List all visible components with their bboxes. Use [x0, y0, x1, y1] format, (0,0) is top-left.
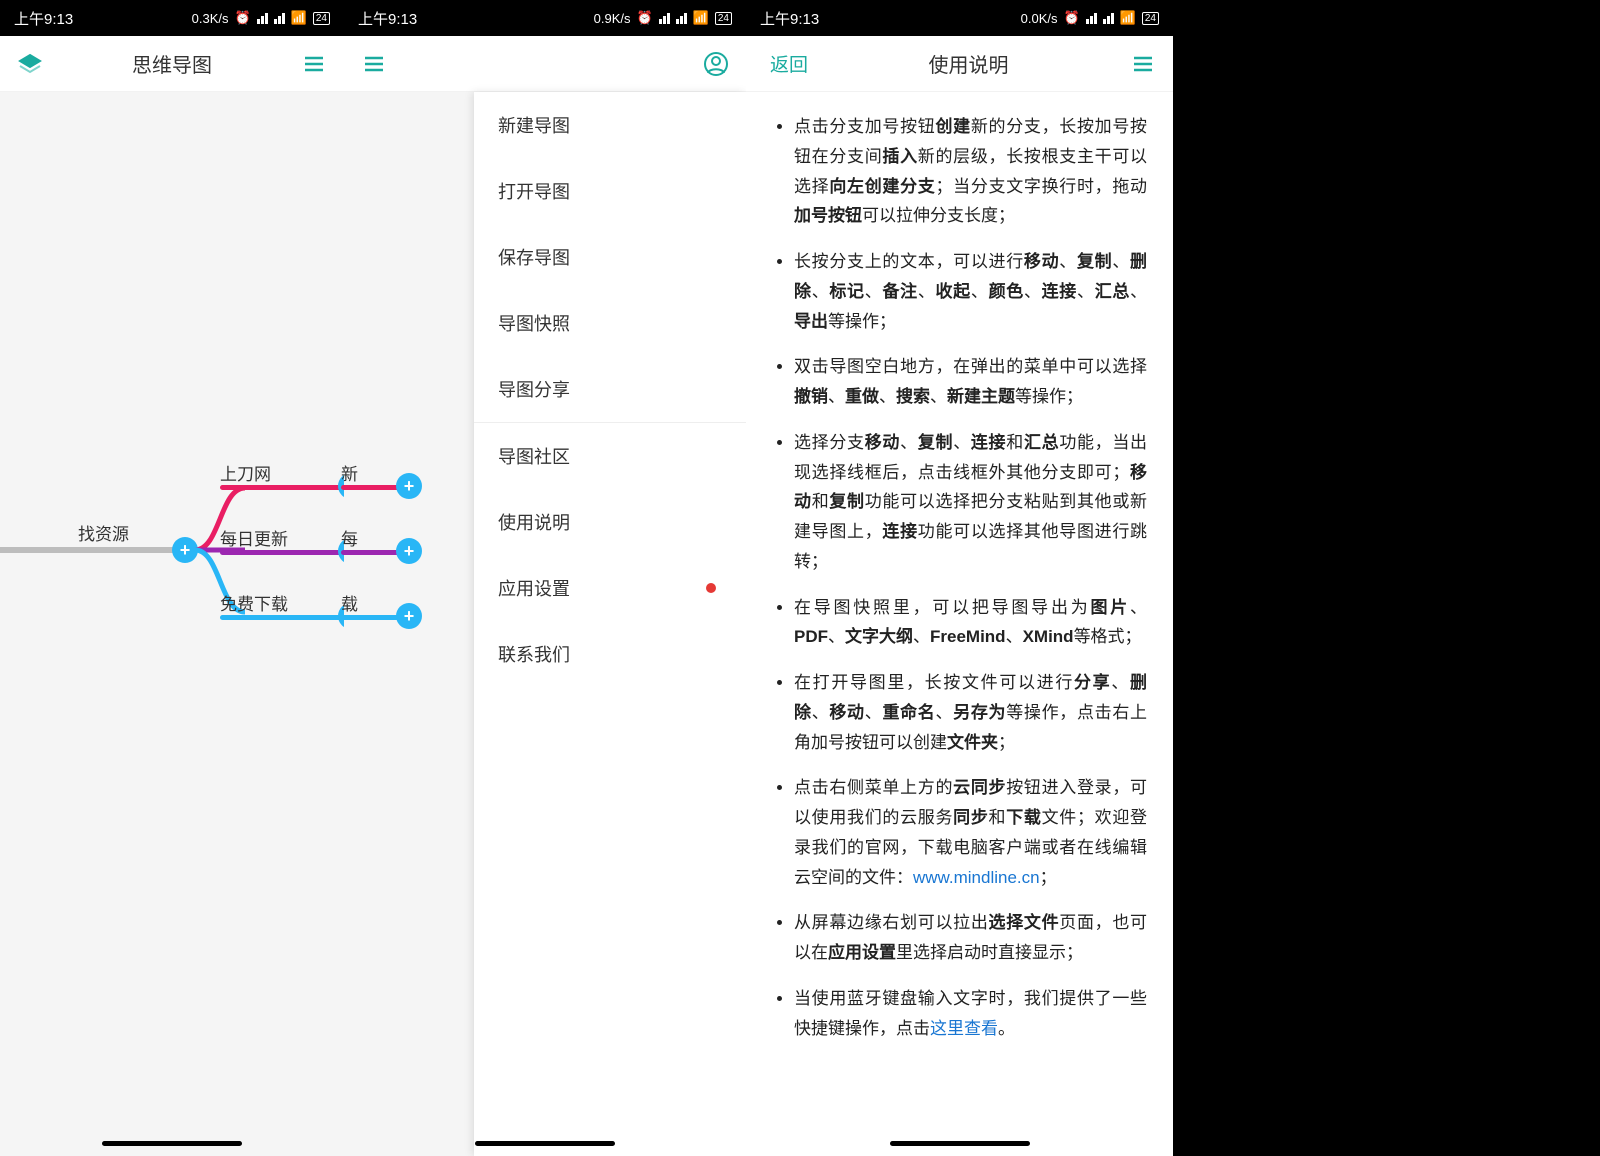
signal-icon-2 [676, 13, 687, 24]
clock: 上午9:13 [760, 8, 819, 29]
menu-icon[interactable] [300, 50, 328, 78]
help-bullet: 长按分支上的文本，可以进行移动、复制、删除、标记、备注、收起、颜色、连接、汇总、… [794, 247, 1147, 336]
signal-icon [659, 13, 670, 24]
menu-icon[interactable] [1129, 50, 1157, 78]
help-bullet: 从屏幕边缘右划可以拉出选择文件页面，也可以在应用设置里选择启动时直接显示； [794, 908, 1147, 968]
battery-icon: 24 [313, 12, 330, 25]
statusbar: 上午9:13 0.3K/s ⏰ 📶 24 [0, 0, 344, 36]
help-bullet: 选择分支移动、复制、连接和汇总功能，当出现选择线框后，点击线框外其他分支即可；移… [794, 428, 1147, 577]
menu-help[interactable]: 使用说明 [474, 489, 746, 555]
menu-canvas[interactable]: 新 + 每 + 载 + 新建导图 打开导图 保存导图 导图快照 导图分享 导图社… [344, 92, 746, 1156]
clock: 上午9:13 [358, 8, 417, 29]
back-button[interactable]: 返回 [770, 50, 808, 77]
wifi-icon: 📶 [1120, 10, 1136, 26]
alarm-icon: ⏰ [1064, 10, 1080, 26]
menu-open[interactable]: 打开导图 [474, 158, 746, 224]
help-bullet: 点击右侧菜单上方的云同步按钮进入登录，可以使用我们的云服务同步和下载文件；欢迎登… [794, 773, 1147, 892]
root-label[interactable]: 找资源 [78, 520, 129, 545]
layers-icon[interactable] [16, 50, 44, 78]
battery-icon: 24 [715, 12, 732, 25]
menu-icon[interactable] [360, 50, 388, 78]
help-bullet: 当使用蓝牙键盘输入文字时，我们提供了一些快捷键操作，点击这里查看。 [794, 984, 1147, 1044]
statusbar: 上午9:13 0.9K/s ⏰ 📶 24 [344, 0, 746, 36]
page-title: 思维导图 [44, 49, 300, 78]
help-content[interactable]: 点击分支加号按钮创建新的分支，长按加号按钮在分支间插入新的层级，长按根支主干可以… [746, 92, 1173, 1156]
menu-community[interactable]: 导图社区 [474, 423, 746, 489]
home-indicator [102, 1141, 242, 1146]
menu-settings[interactable]: 应用设置 [474, 555, 746, 621]
appbar: 返回 使用说明 [746, 36, 1173, 92]
wifi-icon: 📶 [693, 10, 709, 26]
root-branch-line [0, 547, 180, 553]
menu-share[interactable]: 导图分享 [474, 356, 746, 422]
alarm-icon: ⏰ [637, 10, 653, 26]
help-bullet: 在打开导图里，长按文件可以进行分享、删除、移动、重命名、另存为等操作，点击右上角… [794, 668, 1147, 757]
net-speed: 0.9K/s [594, 11, 631, 26]
appbar: 思维导图 [0, 36, 344, 92]
alarm-icon: ⏰ [235, 10, 251, 26]
net-speed: 0.0K/s [1021, 11, 1058, 26]
statusbar: 上午9:13 0.0K/s ⏰ 📶 24 [746, 0, 1173, 36]
screen-menu: 上午9:13 0.9K/s ⏰ 📶 24 新 + 每 + [344, 0, 746, 1156]
home-indicator [475, 1141, 615, 1146]
appbar [344, 36, 746, 92]
user-icon[interactable] [702, 50, 730, 78]
menu-save[interactable]: 保存导图 [474, 224, 746, 290]
help-bullet: 点击分支加号按钮创建新的分支，长按加号按钮在分支间插入新的层级，长按根支主干可以… [794, 112, 1147, 231]
help-bullet: 双击导图空白地方，在弹出的菜单中可以选择撤销、重做、搜索、新建主题等操作； [794, 352, 1147, 412]
clock: 上午9:13 [14, 8, 73, 29]
menu-snapshot[interactable]: 导图快照 [474, 290, 746, 356]
home-indicator [890, 1141, 1030, 1146]
signal-icon-2 [274, 13, 285, 24]
signal-icon-2 [1103, 13, 1114, 24]
screen-mindmap: 上午9:13 0.3K/s ⏰ 📶 24 思维导图 找资源 + 上刀网 [0, 0, 344, 1156]
mindmap-canvas[interactable]: 找资源 + 上刀网 + 每日更新 + 免费下载 + [0, 92, 344, 1156]
wifi-icon: 📶 [291, 10, 307, 26]
net-speed: 0.3K/s [192, 11, 229, 26]
notification-dot-icon [706, 583, 716, 593]
help-bullet: 在导图快照里，可以把导图导出为图片、PDF、文字大纲、FreeMind、XMin… [794, 593, 1147, 653]
signal-icon [257, 13, 268, 24]
signal-icon [1086, 13, 1097, 24]
screen-help: 上午9:13 0.0K/s ⏰ 📶 24 返回 使用说明 点击分支加号按钮创建新… [746, 0, 1173, 1156]
battery-icon: 24 [1142, 12, 1159, 25]
menu-new[interactable]: 新建导图 [474, 92, 746, 158]
menu-contact[interactable]: 联系我们 [474, 621, 746, 687]
page-title: 使用说明 [808, 49, 1129, 78]
side-menu: 新建导图 打开导图 保存导图 导图快照 导图分享 导图社区 使用说明 应用设置 … [474, 92, 746, 1156]
